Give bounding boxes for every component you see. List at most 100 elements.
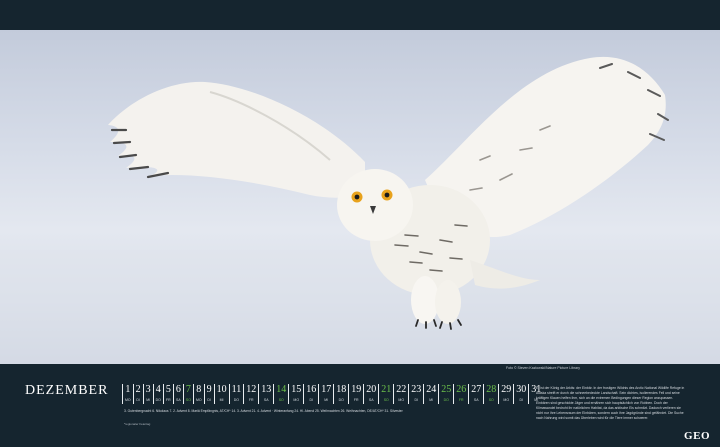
day-number: 23 bbox=[411, 384, 422, 395]
weekday-label: DI bbox=[414, 398, 418, 402]
day-number: 15 bbox=[291, 384, 302, 395]
day-strip: 1 MO 2 DI 3 MI 4 DO 5 FR 6 SA 7 SO 8 MO 9 DI 10 MI 11 DO 12 FR 1… bbox=[122, 384, 543, 404]
day-cell: 8 MO bbox=[192, 384, 204, 404]
day-cell: 19 FR bbox=[348, 384, 363, 404]
day-number: 21 bbox=[381, 384, 392, 395]
footnote: *regionaler Feiertag bbox=[124, 422, 151, 426]
day-cell: 11 DO bbox=[228, 384, 244, 404]
day-number: 24 bbox=[426, 384, 437, 395]
weekday-label: SO bbox=[185, 398, 191, 402]
weekday-label: FR bbox=[353, 398, 359, 402]
day-number: 5 bbox=[165, 384, 171, 395]
day-number: 8 bbox=[196, 384, 202, 395]
day-cell: 30 DI bbox=[513, 384, 528, 404]
day-number: 14 bbox=[276, 384, 287, 395]
day-cell: 21 SO bbox=[378, 384, 393, 404]
weekday-label: MO bbox=[293, 398, 300, 402]
weekday-label: DO bbox=[338, 398, 344, 402]
day-cell: 3 MI bbox=[142, 384, 153, 404]
weekday-label: SA bbox=[473, 398, 479, 402]
day-number: 9 bbox=[206, 384, 212, 395]
photo-credit: Foto © Steven Kazlowski/Nature Picture L… bbox=[506, 366, 580, 370]
day-cell: 10 MI bbox=[213, 384, 229, 404]
weekday-label: SA bbox=[176, 398, 181, 402]
weekday-label: SA bbox=[263, 398, 269, 402]
day-cell: 24 MI bbox=[423, 384, 438, 404]
day-cell: 25 DO bbox=[438, 384, 453, 404]
day-cell: 18 DO bbox=[333, 384, 348, 404]
day-cell: 2 DI bbox=[132, 384, 143, 404]
weekday-label: DI bbox=[136, 398, 140, 402]
weekday-label: SO bbox=[383, 398, 389, 402]
calendar-page: Foto © Steven Kazlowski/Nature Picture L… bbox=[0, 0, 720, 447]
day-number: 18 bbox=[336, 384, 347, 395]
day-number: 26 bbox=[456, 384, 467, 395]
weekday-label: DO bbox=[155, 398, 161, 402]
day-number: 4 bbox=[155, 384, 161, 395]
weekday-label: MI bbox=[146, 398, 151, 402]
weekday-label: DI bbox=[519, 398, 523, 402]
day-number: 13 bbox=[261, 384, 272, 395]
weekday-label: SA bbox=[368, 398, 374, 402]
day-cell: 26 FR bbox=[453, 384, 468, 404]
day-number: 27 bbox=[471, 384, 482, 395]
weekday-label: MO bbox=[503, 398, 510, 402]
day-cell: 14 SO bbox=[273, 384, 288, 404]
day-number: 28 bbox=[486, 384, 497, 395]
day-number: 16 bbox=[306, 384, 317, 395]
weekday-label: MO bbox=[398, 398, 405, 402]
weekday-label: DI bbox=[207, 398, 211, 402]
geo-logo: GEO bbox=[684, 430, 710, 442]
day-number: 17 bbox=[321, 384, 332, 395]
day-cell: 9 DI bbox=[203, 384, 214, 404]
day-number: 3 bbox=[145, 384, 151, 395]
weekday-label: DO bbox=[443, 398, 449, 402]
day-cell: 15 MO bbox=[288, 384, 303, 404]
day-cell: 17 MI bbox=[318, 384, 333, 404]
day-cell: 12 FR bbox=[243, 384, 258, 404]
day-cell: 29 MO bbox=[498, 384, 513, 404]
weekday-label: DI bbox=[309, 398, 313, 402]
owl-photo bbox=[0, 30, 720, 364]
weekday-label: MI bbox=[219, 398, 224, 402]
weekday-label: SO bbox=[278, 398, 284, 402]
weekday-label: FR bbox=[166, 398, 171, 402]
day-number: 12 bbox=[246, 384, 257, 395]
weekday-label: SO bbox=[488, 398, 494, 402]
weekday-label: FR bbox=[248, 398, 254, 402]
weekday-label: MI bbox=[429, 398, 434, 402]
weekday-label: DO bbox=[233, 398, 240, 402]
day-number: 29 bbox=[501, 384, 512, 395]
weekday-label: MO bbox=[125, 398, 131, 402]
day-cell: 28 SO bbox=[483, 384, 498, 404]
day-number: 22 bbox=[396, 384, 407, 395]
holiday-line: 3. Gutenbergnacht 6. Nikolaus 7. 2. Adve… bbox=[124, 409, 403, 413]
weekday-label: FR bbox=[458, 398, 464, 402]
day-number: 30 bbox=[516, 384, 527, 395]
day-cell: 20 SA bbox=[363, 384, 378, 404]
day-number: 2 bbox=[135, 384, 141, 395]
weekday-label: MI bbox=[324, 398, 329, 402]
day-number: 11 bbox=[231, 384, 242, 395]
day-cell: 27 SA bbox=[468, 384, 483, 404]
day-cell: 5 FR bbox=[162, 384, 173, 404]
day-number: 6 bbox=[175, 384, 181, 395]
day-cell: 22 MO bbox=[393, 384, 408, 404]
weekday-label: MO bbox=[195, 398, 202, 402]
day-number: 7 bbox=[185, 384, 191, 395]
day-cell: 4 DO bbox=[152, 384, 163, 404]
day-number: 20 bbox=[366, 384, 377, 395]
day-number: 19 bbox=[351, 384, 362, 395]
day-number: 1 bbox=[125, 384, 131, 395]
day-number: 25 bbox=[441, 384, 452, 395]
month-title: DEZEMBER bbox=[25, 383, 109, 398]
day-cell: 6 SA bbox=[172, 384, 183, 404]
day-cell: 23 DI bbox=[408, 384, 423, 404]
day-cell: 13 SA bbox=[258, 384, 273, 404]
day-cell: 1 MO bbox=[122, 384, 133, 404]
photo-description: Er ist der König der Arktis: der Einbär.… bbox=[536, 386, 685, 420]
day-number: 10 bbox=[216, 384, 227, 395]
day-cell: 16 DI bbox=[303, 384, 318, 404]
day-cell: 7 SO bbox=[182, 384, 193, 404]
snowy-owl-illustration bbox=[0, 56, 720, 364]
